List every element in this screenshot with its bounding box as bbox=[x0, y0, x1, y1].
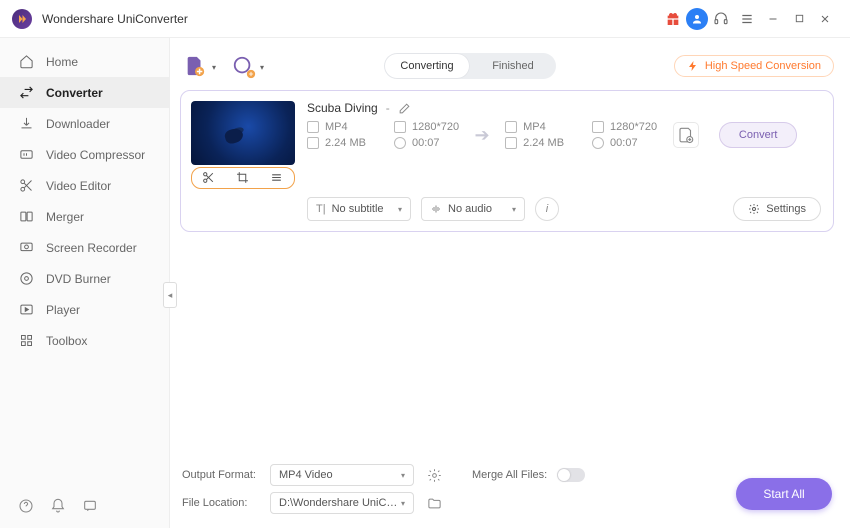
chevron-down-icon: ▾ bbox=[260, 63, 264, 72]
sidebar-label: Merger bbox=[46, 210, 84, 224]
sidebar: Home Converter Downloader Video Compress… bbox=[0, 38, 170, 528]
lightning-icon bbox=[687, 60, 699, 72]
file-location-label: File Location: bbox=[182, 497, 260, 509]
close-button[interactable] bbox=[812, 6, 838, 32]
app-title: Wondershare UniConverter bbox=[42, 12, 188, 26]
recorder-icon bbox=[18, 240, 34, 256]
high-speed-button[interactable]: High Speed Conversion bbox=[674, 55, 834, 77]
file-card: Scuba Diving - MP4 1280*720 2.24 MB 00:0… bbox=[180, 90, 834, 232]
info-button[interactable]: i bbox=[535, 197, 559, 221]
home-icon bbox=[18, 54, 34, 70]
resolution-icon bbox=[394, 121, 406, 133]
tab-finished[interactable]: Finished bbox=[470, 53, 556, 79]
merger-icon bbox=[18, 209, 34, 225]
content-area: ▾ ▾ Converting Finished High Speed Conve… bbox=[170, 38, 850, 528]
size-icon bbox=[307, 137, 319, 149]
subtitle-icon: T| bbox=[316, 203, 326, 215]
play-icon bbox=[18, 302, 34, 318]
trim-icon[interactable] bbox=[202, 171, 216, 185]
open-folder-icon[interactable] bbox=[424, 493, 444, 513]
duration-icon bbox=[394, 137, 406, 149]
audio-icon bbox=[430, 203, 442, 215]
toolbox-icon bbox=[18, 333, 34, 349]
output-format-label: Output Format: bbox=[182, 469, 260, 481]
add-file-button[interactable]: ▾ bbox=[180, 51, 210, 81]
chevron-down-icon: ▾ bbox=[512, 205, 516, 214]
tab-segment: Converting Finished bbox=[384, 53, 556, 79]
sidebar-item-dvd-burner[interactable]: DVD Burner bbox=[0, 263, 169, 294]
sidebar-item-downloader[interactable]: Downloader bbox=[0, 108, 169, 139]
merge-label: Merge All Files: bbox=[472, 469, 547, 481]
sidebar-collapse-handle[interactable]: ◂ bbox=[163, 282, 177, 308]
subtitle-select[interactable]: T| No subtitle ▾ bbox=[307, 197, 411, 221]
maximize-button[interactable] bbox=[786, 6, 812, 32]
chevron-down-icon: ▾ bbox=[398, 205, 402, 214]
menu-icon[interactable] bbox=[734, 6, 760, 32]
format-icon bbox=[505, 121, 517, 133]
file-name: Scuba Diving bbox=[307, 101, 378, 115]
titlebar: Wondershare UniConverter bbox=[0, 0, 850, 38]
headset-icon[interactable] bbox=[708, 6, 734, 32]
add-target-button[interactable]: ▾ bbox=[228, 51, 258, 81]
sidebar-item-screen-recorder[interactable]: Screen Recorder bbox=[0, 232, 169, 263]
minimize-button[interactable] bbox=[760, 6, 786, 32]
user-avatar[interactable] bbox=[686, 8, 708, 30]
help-icon[interactable] bbox=[18, 498, 36, 516]
video-thumbnail[interactable] bbox=[191, 101, 295, 165]
resolution-icon bbox=[592, 121, 604, 133]
target-info: MP4 1280*720 2.24 MB 00:07 bbox=[505, 121, 657, 149]
gear-icon bbox=[748, 203, 760, 215]
merge-toggle[interactable] bbox=[557, 468, 585, 482]
sidebar-label: Video Compressor bbox=[46, 148, 145, 162]
output-settings-icon[interactable] bbox=[673, 122, 699, 148]
sidebar-label: DVD Burner bbox=[46, 272, 111, 286]
sidebar-item-player[interactable]: Player bbox=[0, 294, 169, 325]
settings-button[interactable]: Settings bbox=[733, 197, 821, 221]
sidebar-label: Screen Recorder bbox=[46, 241, 137, 255]
sidebar-label: Video Editor bbox=[46, 179, 111, 193]
output-settings-icon[interactable] bbox=[424, 465, 444, 485]
size-icon bbox=[505, 137, 517, 149]
sidebar-label: Player bbox=[46, 303, 80, 317]
scissors-icon bbox=[18, 178, 34, 194]
download-icon bbox=[18, 116, 34, 132]
crop-icon[interactable] bbox=[236, 171, 250, 185]
thumbnail-tools bbox=[191, 167, 295, 189]
file-name-row: Scuba Diving - bbox=[307, 101, 821, 115]
source-info: MP4 1280*720 2.24 MB 00:07 bbox=[307, 121, 459, 149]
audio-select[interactable]: No audio ▾ bbox=[421, 197, 525, 221]
format-icon bbox=[307, 121, 319, 133]
convert-button[interactable]: Convert bbox=[719, 122, 797, 148]
app-logo bbox=[12, 9, 32, 29]
sidebar-item-compressor[interactable]: Video Compressor bbox=[0, 139, 169, 170]
edit-name-icon[interactable] bbox=[398, 102, 411, 115]
effects-icon[interactable] bbox=[270, 171, 284, 185]
disc-icon bbox=[18, 271, 34, 287]
chevron-down-icon: ▾ bbox=[401, 471, 405, 480]
sidebar-label: Toolbox bbox=[46, 334, 87, 348]
chevron-down-icon: ▾ bbox=[212, 63, 216, 72]
chevron-down-icon: ▾ bbox=[401, 499, 405, 508]
output-format-select[interactable]: MP4 Video ▾ bbox=[270, 464, 414, 486]
compressor-icon bbox=[18, 147, 34, 163]
sidebar-item-merger[interactable]: Merger bbox=[0, 201, 169, 232]
bell-icon[interactable] bbox=[50, 498, 68, 516]
converter-icon bbox=[18, 85, 34, 101]
sidebar-label: Downloader bbox=[46, 117, 110, 131]
sidebar-item-converter[interactable]: Converter bbox=[0, 77, 169, 108]
sidebar-label: Home bbox=[46, 55, 78, 69]
tab-converting[interactable]: Converting bbox=[384, 53, 470, 79]
gift-icon[interactable] bbox=[660, 6, 686, 32]
file-location-select[interactable]: D:\Wondershare UniConverter ▾ bbox=[270, 492, 414, 514]
sidebar-label: Converter bbox=[46, 86, 103, 100]
start-all-button[interactable]: Start All bbox=[736, 478, 832, 510]
sidebar-item-video-editor[interactable]: Video Editor bbox=[0, 170, 169, 201]
sidebar-item-toolbox[interactable]: Toolbox bbox=[0, 325, 169, 356]
arrow-right-icon: ➔ bbox=[469, 125, 495, 146]
toolbar: ▾ ▾ Converting Finished High Speed Conve… bbox=[170, 44, 850, 88]
sidebar-item-home[interactable]: Home bbox=[0, 46, 169, 77]
feedback-icon[interactable] bbox=[82, 498, 100, 516]
duration-icon bbox=[592, 137, 604, 149]
